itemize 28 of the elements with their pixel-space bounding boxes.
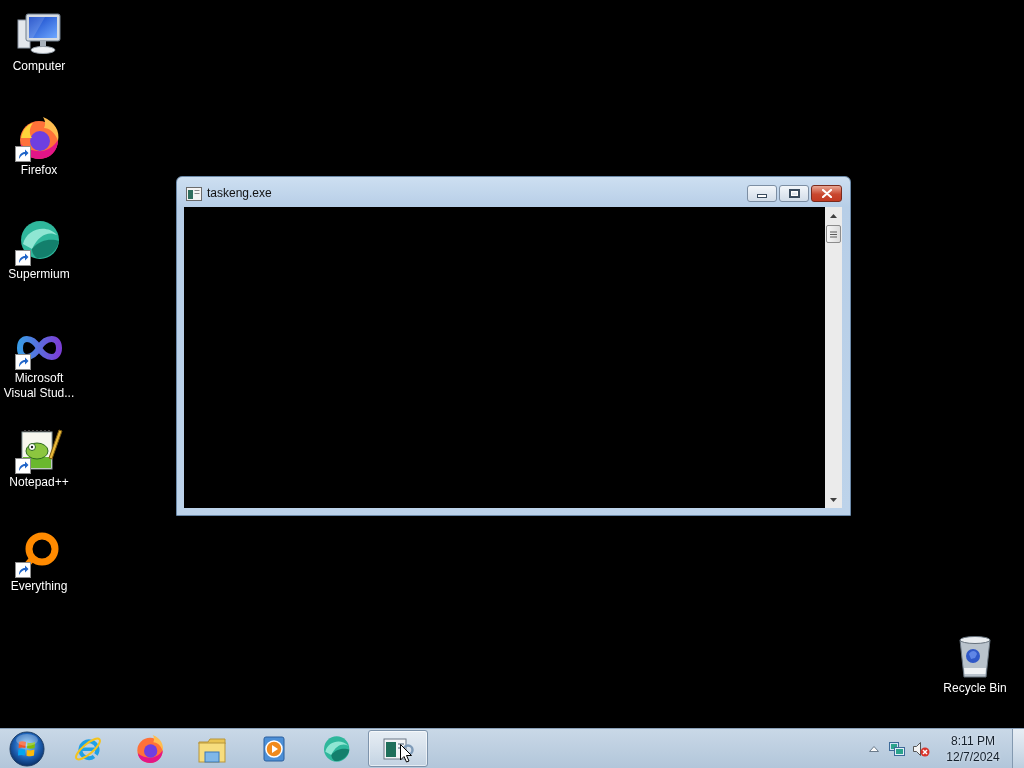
close-button[interactable]	[811, 185, 842, 202]
speaker-muted-icon[interactable]	[912, 740, 930, 757]
scrollbar-thumb[interactable]	[826, 225, 841, 243]
vertical-scrollbar[interactable]	[825, 207, 842, 508]
minimize-icon	[757, 193, 767, 198]
console-icon	[186, 187, 202, 201]
desktop-item[interactable]: Microsoft Visual Stud...	[0, 322, 78, 401]
minimize-button[interactable]	[747, 185, 777, 202]
start-orb-icon	[9, 730, 45, 767]
desktop-item[interactable]: Supermium	[0, 218, 78, 282]
caret-up-icon	[830, 213, 837, 218]
caret-down-icon	[830, 497, 837, 502]
desktop-item[interactable]: Firefox	[0, 114, 78, 178]
window-title: taskeng.exe	[207, 186, 272, 201]
close-icon	[821, 189, 832, 198]
globe-icon	[134, 732, 166, 765]
grip-icon	[830, 230, 837, 238]
network-icon[interactable]	[889, 740, 905, 757]
mouse-cursor-icon	[400, 744, 412, 763]
desktop-item[interactable]: Recycle Bin	[936, 632, 1014, 696]
maximize-icon	[788, 189, 800, 198]
desktop-item[interactable]: Computer	[0, 10, 78, 74]
maximize-button[interactable]	[779, 185, 809, 202]
clock-button[interactable]: 8:11 PM 12/7/2024	[944, 732, 1002, 765]
desktop-item[interactable]: Everything	[0, 530, 78, 594]
taskbar-button[interactable]	[368, 730, 428, 767]
caret-up-icon	[869, 745, 879, 752]
desktop-item[interactable]: Notepad++	[0, 426, 78, 490]
